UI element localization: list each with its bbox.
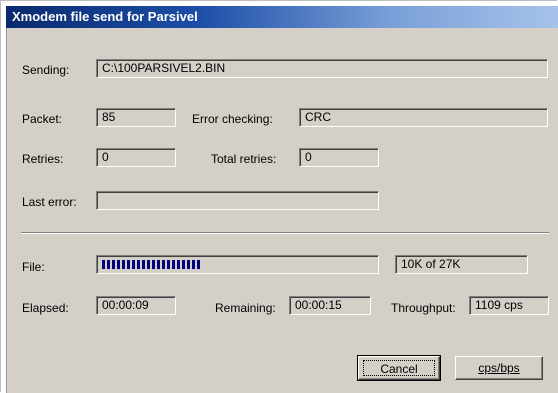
file-progress-text: 10K of 27K [395,255,528,274]
elapsed-field: 00:00:09 [96,296,176,315]
cps-bps-button-label: cps/bps [478,361,520,375]
error-checking-label: Error checking: [192,112,273,126]
sending-field: C:\100PARSIVEL2.BIN [96,59,548,78]
file-label: File: [22,260,45,274]
last-error-label: Last error: [22,195,77,209]
total-retries-field: 0 [299,148,379,167]
remaining-field: 00:00:15 [289,296,371,315]
title-bar[interactable]: Xmodem file send for Parsivel [6,6,558,28]
dialog-body: Sending: C:\100PARSIVEL2.BIN Packet: 85 … [6,28,558,393]
remaining-label: Remaining: [215,301,276,315]
separator [21,232,549,234]
throughput-field: 1109 cps [469,296,549,315]
file-progress-bar [96,255,379,274]
retries-field: 0 [96,148,176,167]
elapsed-label: Elapsed: [22,301,69,315]
packet-label: Packet: [22,112,63,126]
throughput-label: Throughput: [391,301,456,315]
last-error-field [96,191,379,210]
sending-label: Sending: [22,63,70,77]
error-checking-field: CRC [299,108,548,127]
packet-field: 85 [96,108,176,127]
cancel-button-label: Cancel [363,360,435,376]
progress-fill [102,260,202,269]
cps-bps-button[interactable]: cps/bps [455,356,543,380]
total-retries-label: Total retries: [211,152,277,166]
retries-label: Retries: [22,152,64,166]
cancel-button[interactable]: Cancel [357,355,441,381]
window-title: Xmodem file send for Parsivel [12,9,198,24]
